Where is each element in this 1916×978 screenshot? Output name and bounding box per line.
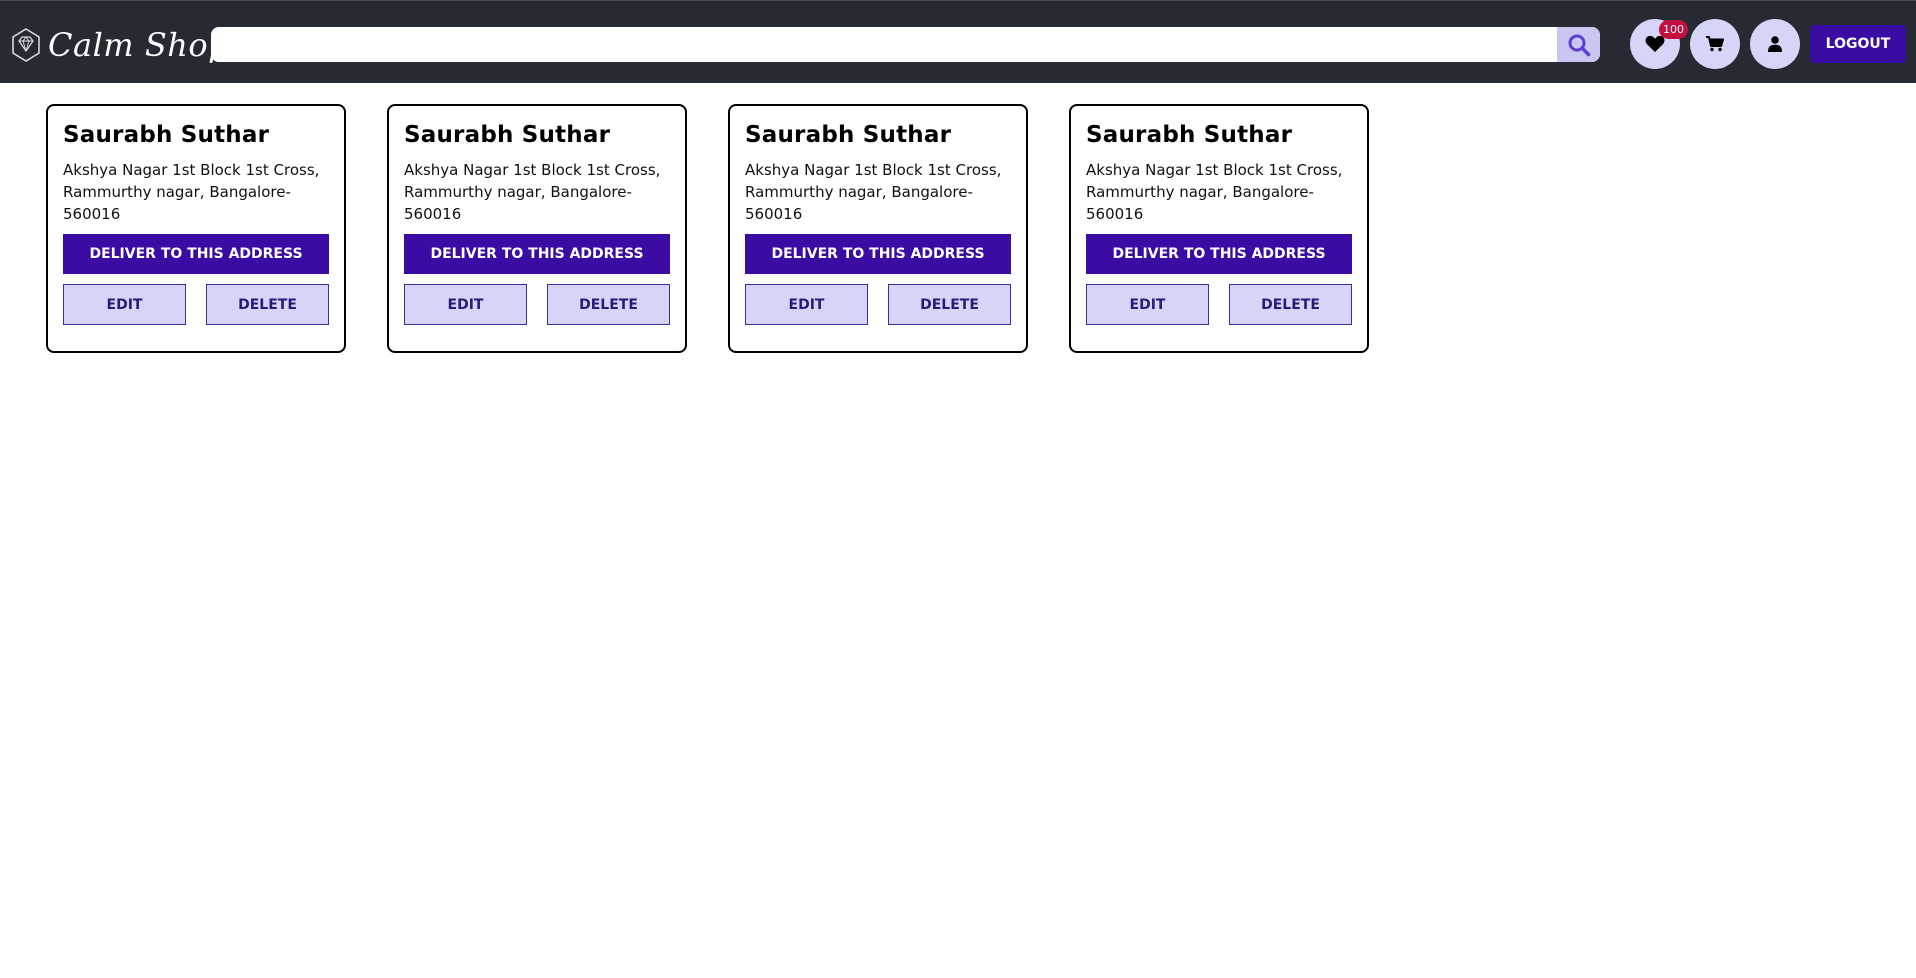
edit-address-button[interactable]: EDIT <box>745 284 868 325</box>
address-text: Akshya Nagar 1st Block 1st Cross, Rammur… <box>1086 161 1343 223</box>
heart-icon <box>1645 35 1665 52</box>
address-name: Saurabh Suthar <box>63 122 270 148</box>
edit-address-button[interactable]: EDIT <box>63 284 186 325</box>
address-card: Saurabh Suthar Akshya Nagar 1st Block 1s… <box>728 104 1028 353</box>
brand-name: Calm Shop <box>48 26 230 64</box>
search-input[interactable] <box>211 27 1557 62</box>
wishlist-count-badge: 100 <box>1659 20 1688 39</box>
logout-button[interactable]: LOGOUT <box>1810 25 1906 63</box>
address-card: Saurabh Suthar Akshya Nagar 1st Block 1s… <box>387 104 687 353</box>
search-button[interactable] <box>1557 27 1600 62</box>
search-icon <box>1568 34 1590 56</box>
edit-address-button[interactable]: EDIT <box>404 284 527 325</box>
address-actions: EDIT DELETE <box>404 284 670 325</box>
address-name: Saurabh Suthar <box>404 122 611 148</box>
address-card: Saurabh Suthar Akshya Nagar 1st Block 1s… <box>1069 104 1369 353</box>
address-actions: EDIT DELETE <box>1086 284 1352 325</box>
profile-button[interactable] <box>1750 19 1800 69</box>
address-name: Saurabh Suthar <box>745 122 952 148</box>
edit-address-button[interactable]: EDIT <box>1086 284 1209 325</box>
address-text: Akshya Nagar 1st Block 1st Cross, Rammur… <box>404 161 661 223</box>
wishlist-button[interactable]: 100 <box>1630 19 1688 69</box>
user-icon <box>1768 36 1782 52</box>
address-card: Saurabh Suthar Akshya Nagar 1st Block 1s… <box>46 104 346 353</box>
delete-address-button[interactable]: DELETE <box>888 284 1011 325</box>
cart-icon <box>1706 36 1724 52</box>
diamond-icon <box>12 28 40 62</box>
top-navbar: Calm Shop 100 LOGOUT <box>0 0 1916 83</box>
address-list: Saurabh Suthar Akshya Nagar 1st Block 1s… <box>46 104 1369 353</box>
delete-address-button[interactable]: DELETE <box>547 284 670 325</box>
address-text: Akshya Nagar 1st Block 1st Cross, Rammur… <box>745 161 1002 223</box>
search-bar <box>211 27 1600 62</box>
address-text: Akshya Nagar 1st Block 1st Cross, Rammur… <box>63 161 320 223</box>
delete-address-button[interactable]: DELETE <box>1229 284 1352 325</box>
address-name: Saurabh Suthar <box>1086 122 1293 148</box>
deliver-to-address-button[interactable]: DELIVER TO THIS ADDRESS <box>404 234 670 274</box>
delete-address-button[interactable]: DELETE <box>206 284 329 325</box>
deliver-to-address-button[interactable]: DELIVER TO THIS ADDRESS <box>1086 234 1352 274</box>
cart-button[interactable] <box>1690 19 1740 69</box>
deliver-to-address-button[interactable]: DELIVER TO THIS ADDRESS <box>745 234 1011 274</box>
deliver-to-address-button[interactable]: DELIVER TO THIS ADDRESS <box>63 234 329 274</box>
address-actions: EDIT DELETE <box>745 284 1011 325</box>
brand[interactable]: Calm Shop <box>12 25 229 65</box>
address-actions: EDIT DELETE <box>63 284 329 325</box>
